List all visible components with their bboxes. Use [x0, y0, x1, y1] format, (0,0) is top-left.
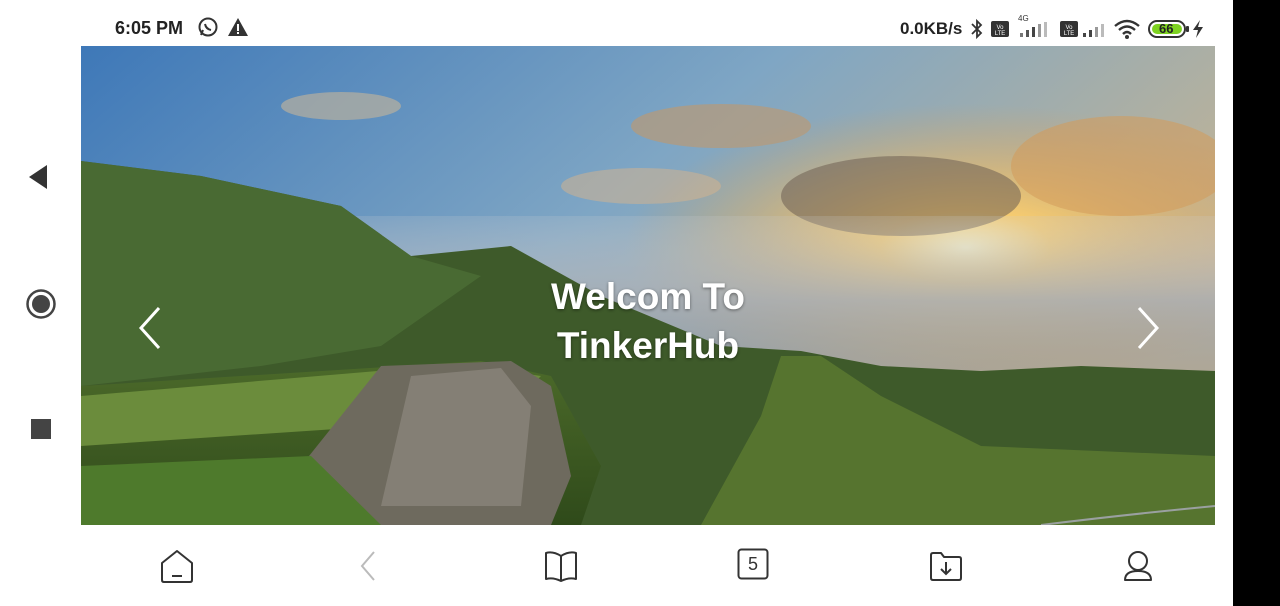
volte-icon: Vo LTE [990, 20, 1010, 43]
nav-back-icon[interactable] [27, 164, 49, 195]
whatsapp-icon [197, 16, 219, 43]
hero-title-line1: Welcom To [551, 276, 745, 317]
net-speed: 0.0KB/s [900, 19, 963, 38]
browser-toolbar: 5 [80, 526, 1233, 606]
wifi-icon [1113, 18, 1141, 45]
bookmarks-icon[interactable] [543, 548, 583, 588]
tab-count: 5 [747, 554, 758, 574]
status-time: 6:05 PM [115, 18, 184, 38]
tabs-button[interactable]: 5 [737, 548, 777, 588]
signal-icon [1081, 22, 1107, 43]
nav-recents-icon[interactable] [30, 418, 52, 445]
back-icon[interactable] [356, 548, 396, 588]
bluetooth-icon [970, 18, 984, 45]
svg-text:LTE: LTE [995, 31, 1006, 37]
profile-icon[interactable] [1120, 548, 1160, 588]
signal-icon [1018, 22, 1050, 43]
carousel-next-icon[interactable] [1127, 304, 1167, 352]
screen-edge [1233, 0, 1280, 606]
volte-icon: Vo LTE [1059, 20, 1079, 43]
carousel-prev-icon[interactable] [131, 304, 171, 352]
status-bar: 6:05 PM 0.0KB/s Vo LTE 4G Vo LTE 66 [80, 0, 1233, 46]
hero-title: Welcom To TinkerHub [81, 272, 1215, 370]
home-icon[interactable] [159, 548, 199, 588]
system-nav-bar [0, 46, 80, 526]
downloads-icon[interactable] [928, 548, 968, 588]
charging-icon [1192, 20, 1204, 43]
hero-title-line2: TinkerHub [556, 325, 740, 366]
hero-carousel: Welcom To TinkerHub [81, 46, 1215, 525]
svg-text:LTE: LTE [1064, 31, 1075, 37]
nav-home-icon[interactable] [25, 288, 57, 325]
battery-percent: 66 [1159, 21, 1174, 36]
warning-icon [227, 16, 249, 43]
